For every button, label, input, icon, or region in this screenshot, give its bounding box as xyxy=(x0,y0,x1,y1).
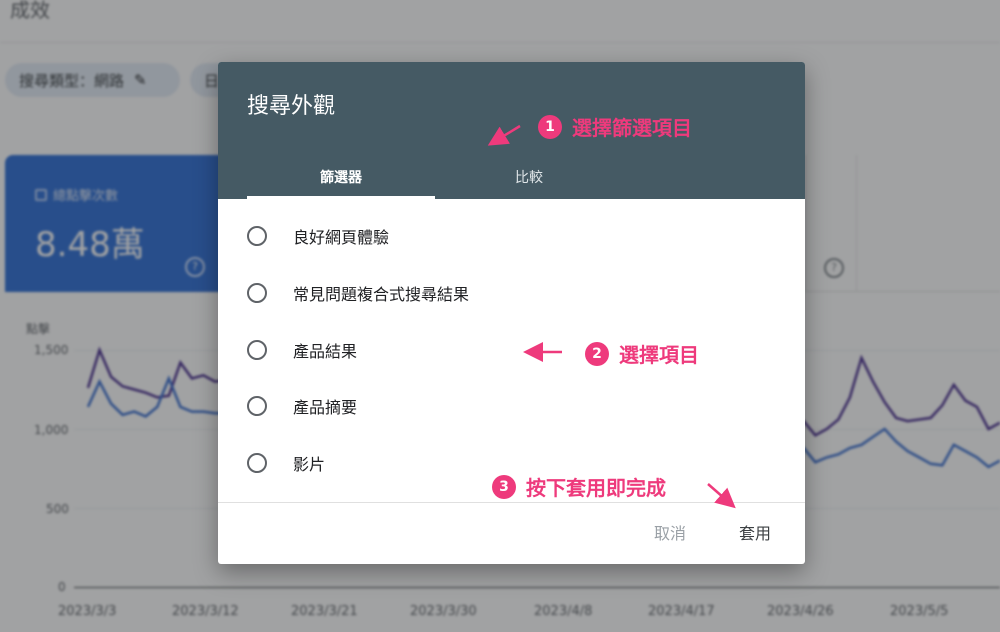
option-label: 影片 xyxy=(293,455,326,474)
radio-button[interactable] xyxy=(247,340,267,360)
annotation-step-3: 3 按下套用即完成 xyxy=(492,472,666,501)
radio-button[interactable] xyxy=(247,453,267,473)
annotation-text: 選擇項目 xyxy=(619,343,699,367)
active-tab-indicator xyxy=(247,196,435,199)
radio-button[interactable] xyxy=(247,396,267,416)
step-number-badge: 1 xyxy=(538,114,562,139)
option-label: 常見問題複合式搜尋結果 xyxy=(293,285,470,304)
option-label: 產品結果 xyxy=(293,342,358,361)
annotation-step-2: 2 選擇項目 xyxy=(585,339,699,368)
tab-filter[interactable]: 篩選器 xyxy=(247,154,435,199)
option-label: 產品摘要 xyxy=(293,398,358,417)
annotation-text: 選擇篩選項目 xyxy=(572,116,692,140)
annotation-step-1: 1 選擇篩選項目 xyxy=(538,112,692,141)
radio-button[interactable] xyxy=(247,283,267,303)
option-label: 良好網頁體驗 xyxy=(293,228,390,247)
step-number-badge: 3 xyxy=(492,474,516,499)
tab-compare[interactable]: 比較 xyxy=(435,154,623,199)
option-good-page-experience[interactable]: 良好網頁體驗 xyxy=(247,216,767,256)
step-number-badge: 2 xyxy=(585,341,609,366)
cancel-button[interactable]: 取消 xyxy=(648,517,692,547)
dialog-header: 搜尋外觀 篩選器 比較 xyxy=(218,62,805,199)
option-faq-rich-results[interactable]: 常見問題複合式搜尋結果 xyxy=(247,273,767,313)
apply-button[interactable]: 套用 xyxy=(733,517,777,547)
radio-button[interactable] xyxy=(247,226,267,246)
dialog-title: 搜尋外觀 xyxy=(247,94,336,119)
footer-divider xyxy=(218,502,805,503)
annotation-text: 按下套用即完成 xyxy=(526,476,666,500)
option-product-snippets[interactable]: 產品摘要 xyxy=(247,386,767,426)
